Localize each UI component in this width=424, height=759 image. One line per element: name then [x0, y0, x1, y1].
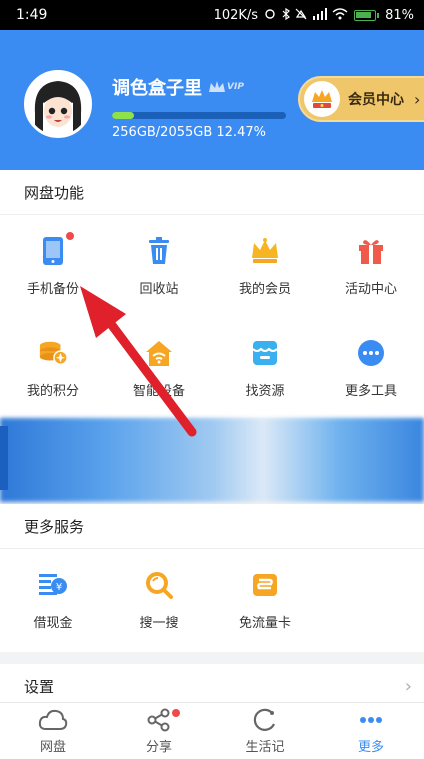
- grid-item-my-points[interactable]: 我的积分: [0, 317, 106, 419]
- avatar[interactable]: [24, 70, 92, 138]
- grid-item-label: 活动中心: [344, 281, 397, 297]
- crown-icon: [250, 236, 280, 266]
- gift-icon: [356, 236, 386, 266]
- grid-item-phone-backup[interactable]: 手机备份: [0, 215, 106, 317]
- member-center-label: 会员中心: [348, 92, 404, 108]
- sync-icon: [265, 8, 275, 19]
- battery-level: 81%: [385, 7, 414, 23]
- status-bar: 1:49 102K/s 81%: [0, 0, 424, 30]
- grid-item-my-membership[interactable]: 我的会员: [212, 215, 318, 317]
- notification-dot: [172, 709, 180, 717]
- nav-label: 网盘: [39, 739, 66, 755]
- battery-icon: [354, 9, 380, 21]
- vip-badge[interactable]: VIP: [208, 80, 244, 94]
- nav-label: 分享: [145, 739, 172, 755]
- magnifier-icon: [144, 570, 174, 600]
- sim-card-icon: [250, 570, 280, 600]
- netdisk-row-1: 手机备份 回收站 我的会员 活动中心: [0, 215, 424, 317]
- banner-edge: [0, 426, 8, 490]
- life-icon: [253, 708, 276, 731]
- mute-icon: [295, 8, 307, 19]
- nav-label: 更多: [357, 739, 384, 755]
- member-crown-icon: [304, 81, 340, 117]
- grid-item-activity-center[interactable]: 活动中心: [318, 215, 424, 317]
- network-speed: 102K/s: [213, 7, 259, 23]
- grid-item-label: 找资源: [245, 383, 285, 399]
- grid-item-borrow-cash[interactable]: ¥ 借现金: [0, 549, 106, 651]
- profile-header: 调色盒子里 VIP 256GB/2055GB 12.47% 会员中心 ›: [0, 30, 424, 170]
- username: 调色盒子里: [112, 78, 202, 99]
- nav-item-life[interactable]: 生活记: [212, 703, 318, 759]
- notification-dot: [66, 231, 74, 240]
- grid-item-data-free-card[interactable]: 免流量卡: [212, 549, 318, 651]
- grid-item-label: 借现金: [33, 615, 73, 631]
- netdisk-row-2: 我的积分 智能设备 找资源 更多工具: [0, 317, 424, 419]
- grid-item-recycle-bin[interactable]: 回收站: [106, 215, 212, 317]
- grid-item-label: 我的会员: [238, 281, 291, 297]
- cloud-icon: [38, 709, 68, 730]
- avatar-image: [27, 73, 89, 135]
- grid-item-label: 免流量卡: [238, 615, 291, 631]
- smart-home-icon: [144, 338, 174, 368]
- grid-item-label: 手机备份: [26, 281, 79, 297]
- coins-icon: [38, 338, 68, 368]
- username-row: 调色盒子里 VIP: [112, 74, 244, 100]
- store-icon: [250, 338, 280, 368]
- status-icons: [264, 7, 348, 23]
- storage-progress-bar: [112, 112, 286, 119]
- promo-banner[interactable]: [0, 418, 424, 502]
- grid-item-search[interactable]: 搜一搜: [106, 549, 212, 651]
- bluetooth-icon: [282, 7, 290, 20]
- grid-item-label: 回收站: [139, 281, 179, 297]
- grid-item-find-resources[interactable]: 找资源: [212, 317, 318, 419]
- more-services-section: 更多服务 ¥ 借现金 搜一搜 免流量卡: [0, 504, 424, 652]
- chevron-right-icon: ›: [404, 675, 412, 697]
- storage-progress-fill: [112, 112, 134, 119]
- nav-item-more[interactable]: 更多: [318, 703, 424, 759]
- storage-usage-text: 256GB/2055GB 12.47%: [112, 125, 266, 140]
- netdisk-functions-section: 网盘功能 手机备份 回收站 我的会员 活动中心 我的积分 智能设备 找资源 更多…: [0, 170, 424, 418]
- services-row: ¥ 借现金 搜一搜 免流量卡: [0, 549, 424, 651]
- status-time: 1:49: [16, 7, 48, 23]
- share-icon: [147, 708, 170, 731]
- section-title-services: 更多服务: [24, 517, 85, 536]
- svg-text:¥: ¥: [56, 582, 62, 593]
- nav-item-netdisk[interactable]: 网盘: [0, 703, 106, 759]
- bottom-nav: 网盘 分享 生活记 更多: [0, 702, 424, 759]
- phone-icon: [38, 231, 74, 266]
- signal-icon: [312, 7, 327, 20]
- wifi-icon: [332, 7, 348, 19]
- section-title-netdisk: 网盘功能: [24, 183, 85, 202]
- grid-item-label: 搜一搜: [139, 615, 179, 631]
- grid-item-smart-devices[interactable]: 智能设备: [106, 317, 212, 419]
- nav-item-share[interactable]: 分享: [106, 703, 212, 759]
- vip-label: VIP: [227, 82, 244, 92]
- more-dots-icon: [356, 338, 386, 368]
- status-right: 102K/s 81%: [213, 7, 414, 23]
- chevron-right-icon: ›: [414, 89, 421, 109]
- cash-icon: ¥: [38, 570, 68, 600]
- grid-item-label: 我的积分: [26, 383, 79, 399]
- member-center-button[interactable]: 会员中心 ›: [298, 76, 424, 122]
- vip-crown-icon: [209, 81, 225, 92]
- grid-item-label: 更多工具: [344, 383, 397, 399]
- nav-label: 生活记: [245, 739, 285, 755]
- more-icon: [360, 716, 382, 723]
- settings-label: 设置: [24, 677, 55, 696]
- grid-item-label: 智能设备: [132, 383, 185, 399]
- trash-icon: [144, 236, 174, 266]
- grid-item-more-tools[interactable]: 更多工具: [318, 317, 424, 419]
